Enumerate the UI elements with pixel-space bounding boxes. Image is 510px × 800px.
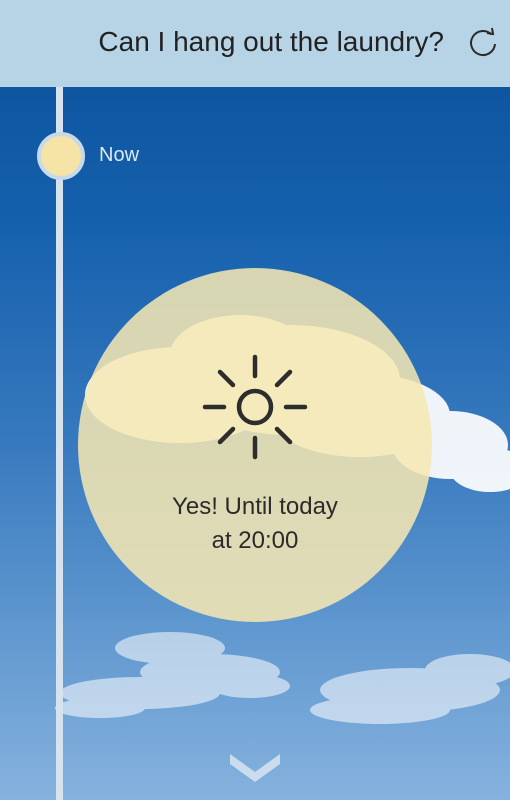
sun-icon [202, 354, 308, 460]
chevron-down-icon[interactable] [228, 748, 282, 784]
forecast-status: Yes! Until today at 20:00 [78, 490, 432, 558]
timeline-track [56, 87, 63, 800]
timeline-now-label: Now [99, 144, 140, 166]
app-header: Can I hang out the laundry? [0, 0, 510, 87]
app-screen: Can I hang out the laundry? Now Yes! Unt… [0, 0, 510, 800]
forecast-status-line2: at 20:00 [211, 527, 299, 554]
refresh-icon[interactable] [466, 27, 500, 61]
timeline-now-marker[interactable] [37, 132, 85, 180]
forecast-status-line1: Yes! Until today [172, 493, 338, 520]
page-title: Can I hang out the laundry? [98, 26, 444, 57]
